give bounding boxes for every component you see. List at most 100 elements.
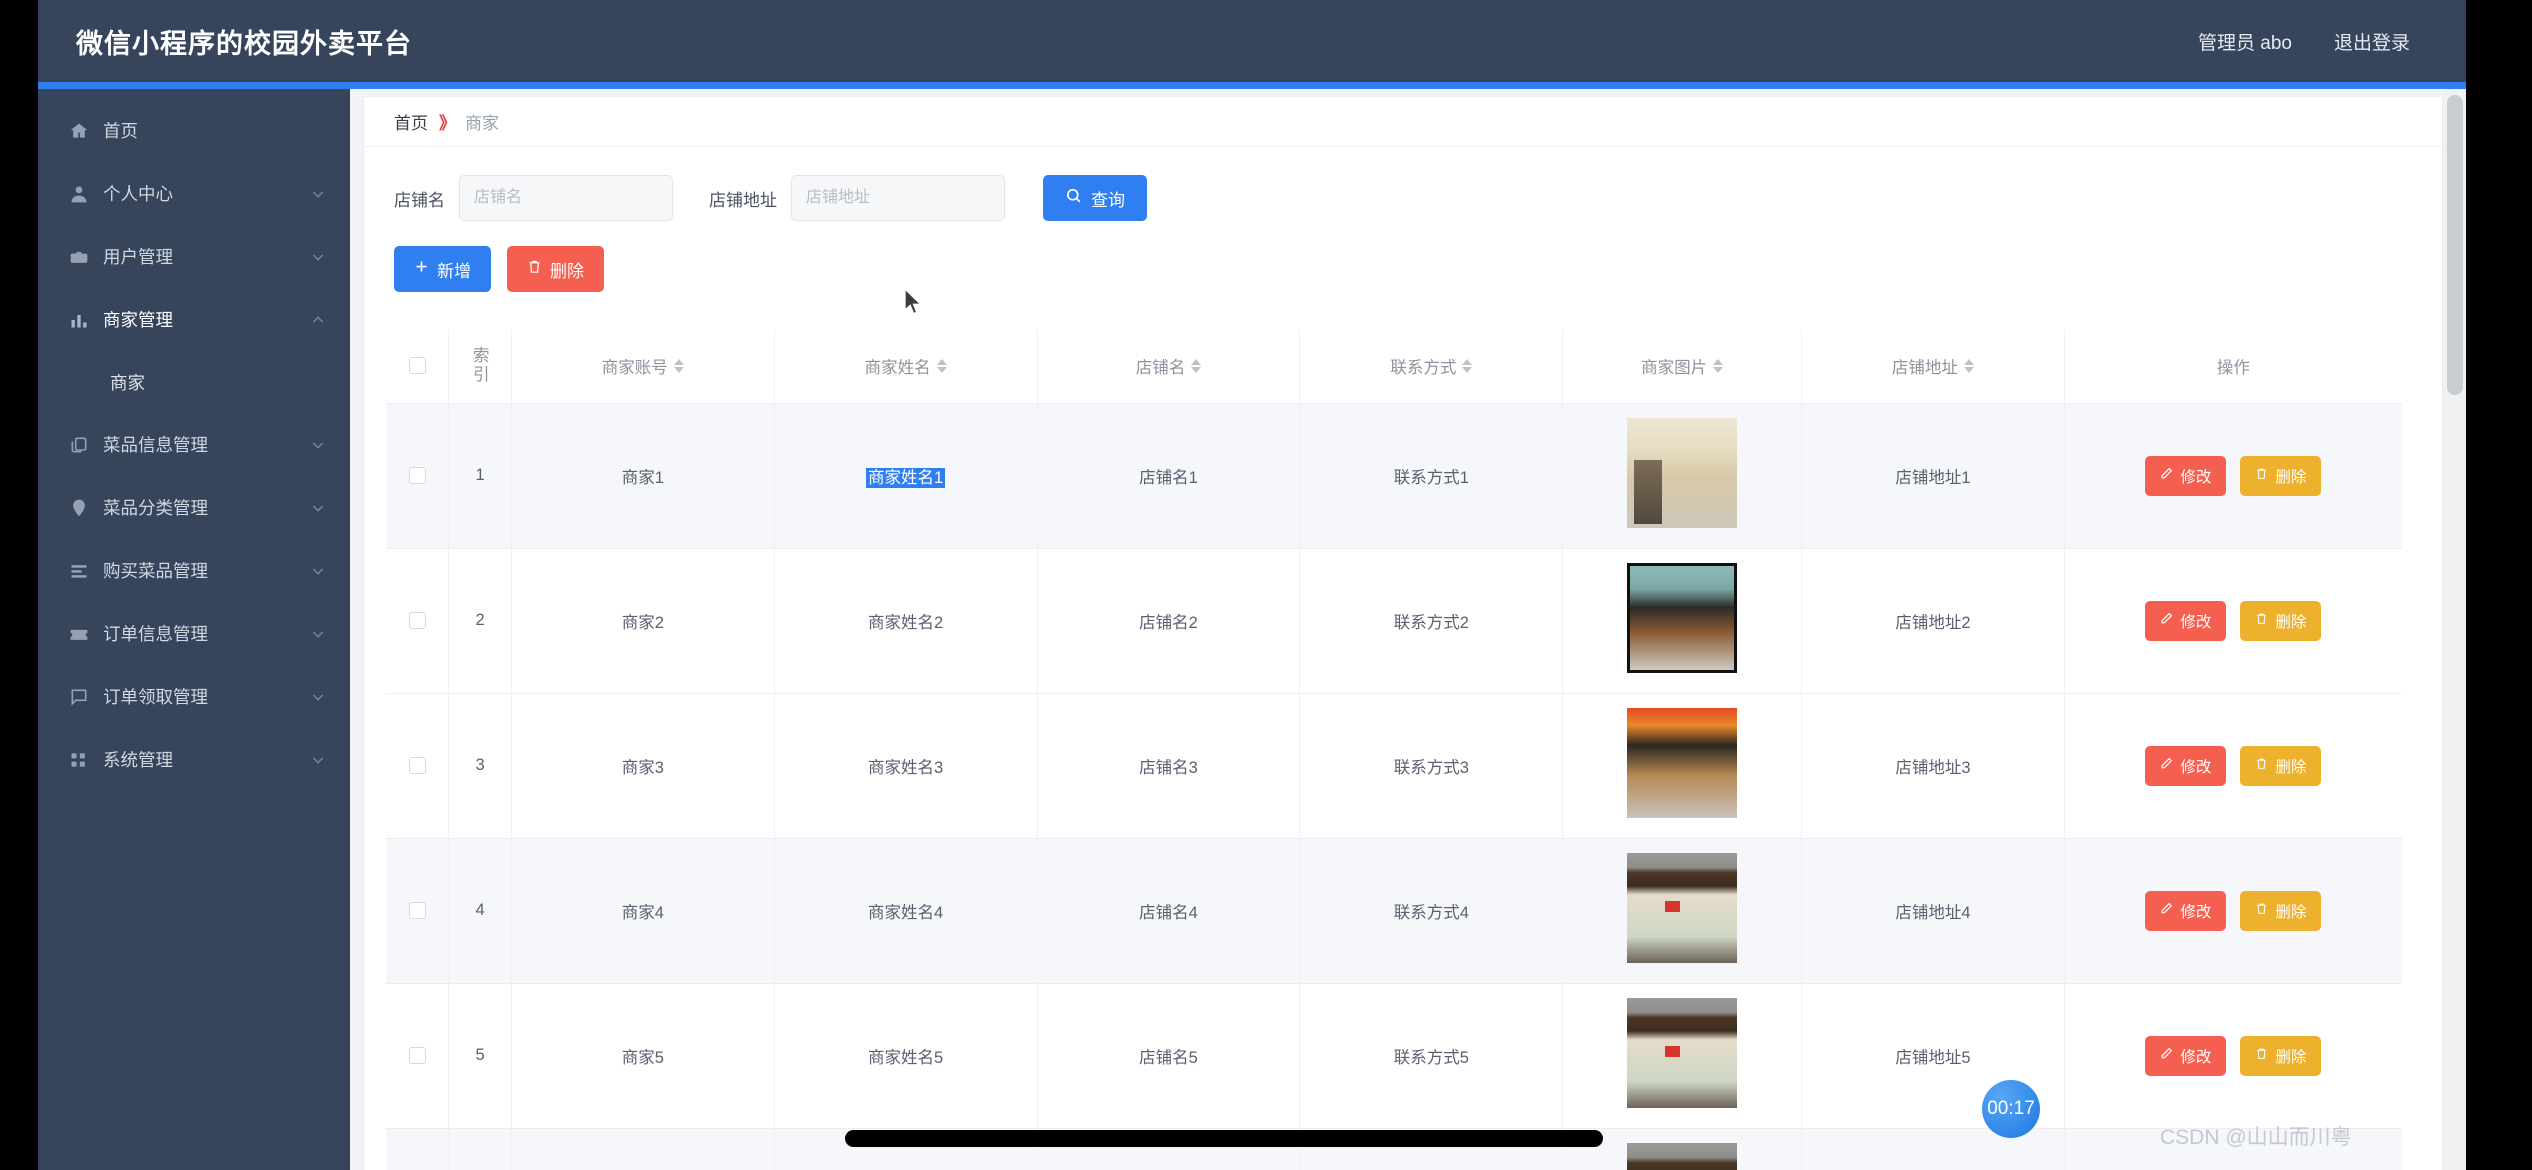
screenshot-root: 微信小程序的校园外卖平台 管理员 abo 退出登录 首页 个人中心 用户管理 商… [0, 0, 2532, 1170]
sidebar-item-system-management[interactable]: 系统管理 [38, 728, 350, 791]
sort-caret-icon[interactable] [673, 358, 684, 373]
merchant-thumbnail[interactable] [1627, 998, 1738, 1108]
query-button[interactable]: 查询 [1043, 175, 1147, 221]
merchant-table-container: 索引 商家账号 商家姓名 店铺名 联系方式 商家图片 店铺地址 操作 1 商家1… [364, 292, 2442, 1170]
table-row[interactable]: 4 商家4 商家姓名4 店铺名4 联系方式4 店铺地址4 修改 删除 [386, 838, 2402, 984]
row-checkbox[interactable] [408, 612, 426, 630]
search-filter-bar: 店铺名 店铺地址 查询 [364, 147, 2442, 221]
sort-caret-icon[interactable] [1963, 358, 1974, 373]
user-icon [68, 183, 90, 205]
delete-row-button[interactable]: 删除 [2240, 890, 2322, 931]
chevron-down-icon [310, 752, 326, 768]
delete-row-button[interactable]: 删除 [2240, 1035, 2322, 1076]
select-all-checkbox[interactable] [408, 357, 426, 375]
column-header-name[interactable]: 商家姓名 [774, 329, 1038, 404]
cell-image [1562, 548, 1802, 694]
edit-row-label: 修改 [2180, 468, 2212, 486]
cell-contact: 联系方式3 [1299, 693, 1564, 839]
column-label: 商家姓名 [864, 358, 931, 377]
column-header-image[interactable]: 商家图片 [1562, 329, 1802, 404]
sidebar-item-order-claim-management[interactable]: 订单领取管理 [38, 665, 350, 728]
cell-name: 商家姓名5 [774, 983, 1038, 1129]
trash-icon [2255, 612, 2268, 630]
edit-row-button[interactable]: 修改 [2145, 745, 2227, 786]
merchant-thumbnail[interactable] [1627, 418, 1738, 528]
row-checkbox[interactable] [408, 1047, 426, 1065]
column-header-contact[interactable]: 联系方式 [1299, 329, 1564, 404]
column-header-shop[interactable]: 店铺名 [1037, 329, 1301, 404]
column-header-account[interactable]: 商家账号 [511, 329, 775, 404]
sort-caret-icon[interactable] [1713, 358, 1724, 373]
sidebar-item-dish-info-management[interactable]: 菜品信息管理 [38, 413, 350, 476]
table-row[interactable]: 3 商家3 商家姓名3 店铺名3 联系方式3 店铺地址3 修改 删除 [386, 693, 2402, 839]
cell-shop: 店铺名4 [1037, 838, 1301, 984]
edit-row-button[interactable]: 修改 [2145, 455, 2227, 496]
sidebar-item-personal-center[interactable]: 个人中心 [38, 162, 350, 225]
column-label: 索引 [473, 346, 490, 384]
vertical-scrollbar-thumb[interactable] [2447, 95, 2463, 395]
sidebar-label: 菜品分类管理 [103, 498, 208, 518]
briefcase-icon [68, 246, 90, 268]
row-checkbox[interactable] [408, 757, 426, 775]
breadcrumb: 首页 》 商家 [364, 97, 2442, 147]
row-select-cell [386, 403, 450, 549]
shop-name-input[interactable] [459, 175, 673, 221]
edit-row-label: 修改 [2180, 758, 2212, 776]
sidebar-label: 个人中心 [103, 184, 173, 204]
sidebar-item-home[interactable]: 首页 [38, 99, 350, 162]
cell-account: 商家4 [511, 838, 775, 984]
cell-account: 商家2 [511, 548, 775, 694]
sort-caret-icon[interactable] [1462, 358, 1473, 373]
search-icon [1065, 187, 1082, 209]
merchant-thumbnail[interactable] [1627, 853, 1738, 963]
header-right-group: 管理员 abo 退出登录 [2198, 28, 2466, 55]
sidebar-item-dish-category-management[interactable]: 菜品分类管理 [38, 476, 350, 539]
top-header-bar: 微信小程序的校园外卖平台 管理员 abo 退出登录 [38, 0, 2466, 82]
cell-index: 5 [448, 983, 512, 1129]
ticket-icon [68, 623, 90, 645]
edit-row-button[interactable]: 修改 [2145, 890, 2227, 931]
cell-operations: 修改 删除 [2064, 403, 2402, 549]
horizontal-scrollbar-thumb[interactable] [845, 1130, 1603, 1147]
column-header-address[interactable]: 店铺地址 [1801, 329, 2065, 404]
row-checkbox[interactable] [408, 467, 426, 485]
add-button[interactable]: 新增 [394, 246, 491, 292]
bulk-delete-button[interactable]: 删除 [507, 246, 604, 292]
delete-row-button[interactable]: 删除 [2240, 455, 2322, 496]
row-select-cell [386, 548, 450, 694]
table-row[interactable]: 1 商家1 商家姓名1 店铺名1 联系方式1 店铺地址1 修改 删除 [386, 403, 2402, 549]
home-icon [68, 120, 90, 142]
chevron-up-icon [310, 312, 326, 328]
merchant-table: 索引 商家账号 商家姓名 店铺名 联系方式 商家图片 店铺地址 操作 1 商家1… [386, 329, 2402, 1170]
chevron-down-icon [310, 500, 326, 516]
cell-name: 商家姓名2 [774, 548, 1038, 694]
logout-button[interactable]: 退出登录 [2334, 28, 2410, 55]
table-row[interactable]: 5 商家5 商家姓名5 店铺名5 联系方式5 店铺地址5 修改 删除 [386, 983, 2402, 1129]
cell-address: 店铺地址4 [1801, 838, 2065, 984]
sidebar-item-user-management[interactable]: 用户管理 [38, 225, 350, 288]
sidebar-item-order-info-management[interactable]: 订单信息管理 [38, 602, 350, 665]
pencil-icon [2160, 902, 2173, 920]
edit-row-button[interactable]: 修改 [2145, 1035, 2227, 1076]
sidebar-item-purchase-dish-management[interactable]: 购买菜品管理 [38, 539, 350, 602]
delete-row-button[interactable]: 删除 [2240, 745, 2322, 786]
table-row[interactable]: 2 商家2 商家姓名2 店铺名2 联系方式2 店铺地址2 修改 删除 [386, 548, 2402, 694]
merchant-thumbnail[interactable] [1627, 563, 1738, 673]
edit-row-button[interactable]: 修改 [2145, 600, 2227, 641]
sidebar-item-merchant-management[interactable]: 商家管理 [38, 288, 350, 351]
sort-caret-icon[interactable] [936, 358, 947, 373]
header-accent-line [38, 82, 2466, 89]
merchant-thumbnail[interactable] [1627, 1143, 1738, 1170]
breadcrumb-home[interactable]: 首页 [394, 109, 428, 134]
chevron-down-icon [310, 437, 326, 453]
delete-row-button[interactable]: 删除 [2240, 600, 2322, 641]
merchant-thumbnail[interactable] [1627, 708, 1738, 818]
shop-address-input[interactable] [791, 175, 1005, 221]
trash-icon [2255, 1047, 2268, 1065]
sort-caret-icon[interactable] [1191, 358, 1202, 373]
column-header-index: 索引 [448, 329, 512, 404]
sidebar-subitem-merchant[interactable]: 商家 [38, 351, 350, 413]
cell-contact: 联系方式2 [1299, 548, 1564, 694]
cell-operations: 修改 删除 [2064, 693, 2402, 839]
row-checkbox[interactable] [408, 902, 426, 920]
